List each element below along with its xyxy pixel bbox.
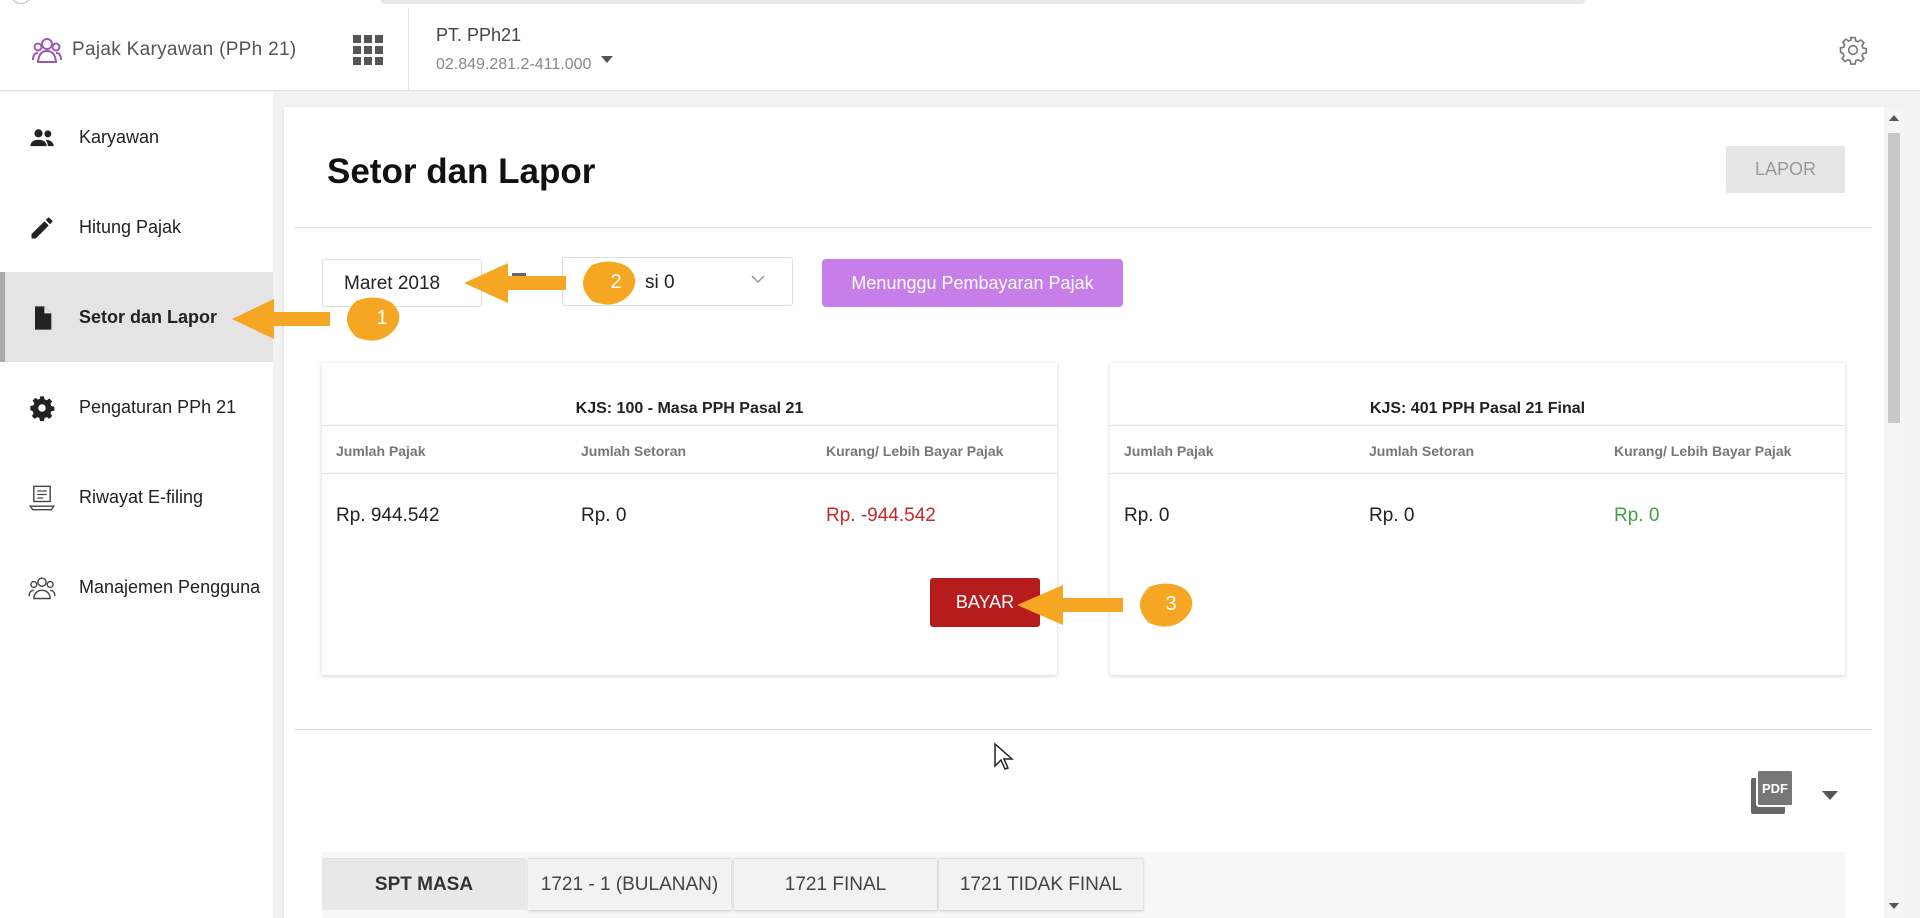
payment-status-button[interactable]: Menunggu Pembayaran Pajak [822,259,1123,307]
main-panel: Setor dan Lapor LAPOR Maret 2018 si 0 Me… [284,107,1884,918]
tab-1721-1-bulanan[interactable]: 1721 - 1 (BULANAN) [528,858,731,910]
users-manage-icon [28,577,56,600]
header-kurang-lebih: Kurang/ Lebih Bayar Pajak [826,443,1004,459]
tab-spt-masa[interactable]: SPT MASA [322,858,526,910]
company-name: PT. PPh21 [436,25,522,45]
mouse-cursor-icon [994,742,1014,770]
company-selector[interactable]: PT. PPh21 02.849.281.2-411.000 [436,25,613,74]
sidebar-item-karyawan[interactable]: Karyawan [0,92,273,182]
sidebar-item-label: Karyawan [79,127,160,147]
apps-grid-icon[interactable] [353,35,383,65]
kjs-card-401: KJS: 401 PPH Pasal 21 Final Jumlah Pajak… [1110,363,1845,675]
divider [1110,473,1845,474]
kjs-card-100: KJS: 100 - Masa PPH Pasal 21 Jumlah Paja… [322,363,1057,675]
sidebar-item-hitung-pajak[interactable]: Hitung Pajak [0,182,273,272]
laptop-history-icon [29,485,55,511]
spt-tabs: SPT MASA 1721 - 1 (BULANAN) 1721 FINAL 1… [322,852,1845,918]
scroll-up-arrow-icon[interactable] [1889,115,1899,121]
browser-top-strip [0,0,1920,8]
company-npwp: 02.849.281.2-411.000 [436,56,592,73]
card-title: KJS: 100 - Masa PPH Pasal 21 [575,400,804,417]
sidebar-item-pengaturan-pph21[interactable]: Pengaturan PPh 21 [0,362,273,452]
pdf-icon[interactable]: PDF [1747,768,1795,816]
browser-edge-icon [12,0,30,4]
tab-1721-final[interactable]: 1721 FINAL [734,858,937,910]
pembetulan-value: si 0 [645,272,675,293]
sidebar-item-label: Setor dan Lapor [79,307,218,327]
sidebar-item-label: Hitung Pajak [79,217,182,237]
browser-address-strip [380,0,1585,4]
divider [322,425,1057,426]
header-divider [408,8,409,91]
header-jumlah-setoran: Jumlah Setoran [581,443,687,459]
app-brand[interactable]: Pajak Karyawan (PPh 21) [32,36,296,64]
tab-1721-tidak-final[interactable]: 1721 TIDAK FINAL [939,858,1143,910]
header-jumlah-pajak: Jumlah Pajak [336,443,426,459]
divider [295,729,1872,730]
chevron-down-icon [751,275,765,284]
app-name: Pajak Karyawan (PPh 21) [72,39,297,60]
chevron-down-icon[interactable] [1822,791,1838,800]
divider [322,473,1057,474]
annotation-number-3: 3 [1165,593,1177,615]
card-title: KJS: 401 PPH Pasal 21 Final [1369,400,1586,417]
users-logo-icon [32,38,62,63]
sidebar-item-label: Riwayat E-filing [79,487,204,507]
value-jumlah-setoran: Rp. 0 [581,505,627,526]
chevron-down-icon [601,56,613,63]
header-kurang-lebih: Kurang/ Lebih Bayar Pajak [1614,443,1792,459]
sidebar-item-manajemen-pengguna[interactable]: Manajemen Pengguna [0,542,273,632]
settings-gear-icon[interactable] [1838,35,1868,65]
annotation-number-2: 2 [610,271,622,293]
header-jumlah-setoran: Jumlah Setoran [1369,443,1475,459]
svg-text:PDF: PDF [1762,781,1788,796]
annotation-number-1: 1 [376,307,388,329]
document-icon [35,306,52,330]
app-header: Pajak Karyawan (PPh 21) PT. PPh21 02.849… [0,8,1920,91]
scroll-down-arrow-icon[interactable] [1889,903,1899,909]
divider [295,227,1872,228]
people-icon [30,129,54,147]
scroll-thumb[interactable] [1888,133,1900,423]
value-kurang-lebih: Rp. 0 [1614,505,1660,526]
sidebar-item-label: Manajemen Pengguna [79,577,261,597]
sidebar: Karyawan Hitung Pajak Setor dan Lapor Pe… [0,92,273,918]
lapor-button[interactable]: LAPOR [1726,146,1845,193]
value-jumlah-setoran: Rp. 0 [1369,505,1415,526]
value-jumlah-pajak: Rp. 944.542 [336,505,440,526]
vertical-scrollbar[interactable] [1884,107,1904,918]
header-jumlah-pajak: Jumlah Pajak [1124,443,1214,459]
value-jumlah-pajak: Rp. 0 [1124,505,1170,526]
divider [1110,425,1845,426]
value-kurang-lebih: Rp. -944.542 [826,505,936,526]
pencil-icon [31,217,53,239]
page-title: Setor dan Lapor [327,152,596,191]
gear-icon [30,396,55,422]
sidebar-item-riwayat-efiling[interactable]: Riwayat E-filing [0,452,273,542]
sidebar-item-label: Pengaturan PPh 21 [79,397,237,417]
